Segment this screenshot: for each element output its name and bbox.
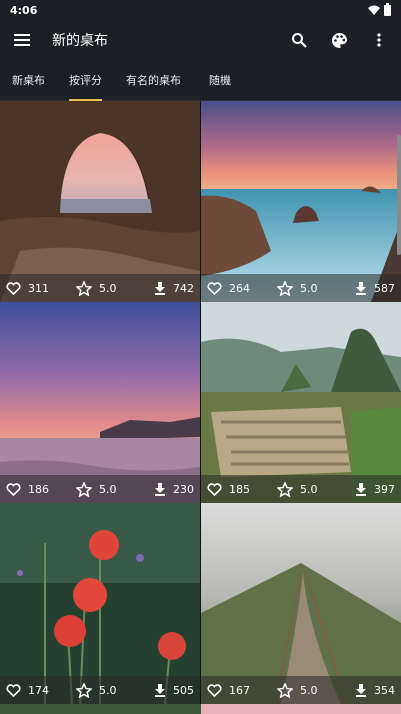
- status-time: 4:06: [10, 3, 38, 17]
- battery-icon: [384, 2, 391, 16]
- scrollbar[interactable]: [397, 135, 401, 255]
- rating-value: 5.0: [99, 281, 117, 295]
- tab-by-rating[interactable]: 按评分: [57, 60, 114, 101]
- wifi-icon: [368, 5, 380, 15]
- tab-popular[interactable]: 有名的桌布: [114, 60, 193, 101]
- star-outline-icon: [277, 481, 293, 497]
- wallpaper-image-sea-cave: [0, 101, 200, 302]
- likes-count: 174: [28, 683, 49, 697]
- downloads-count: 354: [374, 683, 395, 697]
- download-button[interactable]: 505: [154, 683, 194, 697]
- wallpaper-tile[interactable]: 174 5.0 505: [0, 503, 200, 704]
- star-outline-icon: [76, 280, 92, 296]
- downloads-count: 230: [173, 482, 194, 496]
- download-icon: [356, 482, 366, 496]
- rating: 5.0: [277, 280, 343, 296]
- wallpaper-tile[interactable]: 186 5.0 230: [0, 302, 200, 503]
- rating-value: 5.0: [300, 683, 318, 697]
- wallpaper-image-purple-sunset-sea: [0, 302, 200, 503]
- likes[interactable]: 174: [6, 684, 76, 697]
- download-icon: [155, 683, 165, 697]
- wallpaper-tile[interactable]: 167 5.0 354: [201, 503, 401, 704]
- wallpaper-stats: 311 5.0 742: [0, 274, 200, 302]
- download-button[interactable]: 230: [154, 482, 194, 496]
- download-button[interactable]: 397: [355, 482, 395, 496]
- rating: 5.0: [277, 481, 343, 497]
- tab-new[interactable]: 新桌布: [0, 60, 57, 101]
- likes[interactable]: 264: [207, 282, 277, 295]
- rating: 5.0: [76, 280, 142, 296]
- likes[interactable]: 311: [6, 282, 76, 295]
- menu-icon: [14, 34, 30, 46]
- status-bar: 4:06: [0, 0, 401, 20]
- heart-outline-icon: [207, 683, 222, 697]
- menu-button[interactable]: [2, 20, 42, 60]
- downloads-count: 505: [173, 683, 194, 697]
- wallpaper-tile[interactable]: 185 5.0 397: [201, 302, 401, 503]
- downloads-count: 742: [173, 281, 194, 295]
- status-icons: [368, 2, 391, 16]
- download-button[interactable]: 742: [154, 281, 194, 295]
- rating: 5.0: [76, 682, 142, 698]
- palette-icon: [331, 32, 347, 48]
- download-icon: [356, 683, 366, 697]
- page-title: 新的桌布: [52, 33, 108, 49]
- wallpaper-grid: 311 5.0 742 264 5.0 587 186 5.0 230 185 …: [0, 101, 401, 714]
- likes[interactable]: 185: [207, 483, 277, 496]
- downloads-count: 397: [374, 482, 395, 496]
- wallpaper-stats: 186 5.0 230: [0, 475, 200, 503]
- likes[interactable]: 186: [6, 483, 76, 496]
- heart-outline-icon: [6, 482, 21, 496]
- wallpaper-stats: 185 5.0 397: [201, 475, 401, 503]
- download-icon: [155, 281, 165, 295]
- likes[interactable]: 167: [207, 684, 277, 697]
- more-options-button[interactable]: [363, 24, 395, 56]
- wallpaper-tile[interactable]: 311 5.0 742: [0, 101, 200, 302]
- likes-count: 186: [28, 482, 49, 496]
- star-outline-icon: [76, 481, 92, 497]
- rating-value: 5.0: [300, 482, 318, 496]
- wallpaper-image-coastal-cliffs: [201, 101, 401, 302]
- download-button[interactable]: 354: [355, 683, 395, 697]
- category-tabs: 新桌布 按评分 有名的桌布 随機: [0, 60, 401, 101]
- likes-count: 185: [229, 482, 250, 496]
- download-icon: [155, 482, 165, 496]
- rating: 5.0: [76, 481, 142, 497]
- star-outline-icon: [277, 280, 293, 296]
- heart-outline-icon: [6, 281, 21, 295]
- tab-random[interactable]: 随機: [193, 60, 243, 101]
- palette-button[interactable]: [323, 24, 355, 56]
- likes-count: 167: [229, 683, 250, 697]
- heart-outline-icon: [6, 683, 21, 697]
- heart-outline-icon: [207, 281, 222, 295]
- search-button[interactable]: [283, 24, 315, 56]
- next-row-peek: [0, 704, 401, 714]
- likes-count: 311: [28, 281, 49, 295]
- wallpaper-image-red-poppies: [0, 503, 200, 704]
- download-button[interactable]: 587: [355, 281, 395, 295]
- heart-outline-icon: [207, 482, 222, 496]
- downloads-count: 587: [374, 281, 395, 295]
- wallpaper-stats: 167 5.0 354: [201, 676, 401, 704]
- rating-value: 5.0: [300, 281, 318, 295]
- star-outline-icon: [277, 682, 293, 698]
- search-icon: [292, 33, 307, 48]
- wallpaper-image-foggy-path: [201, 503, 401, 704]
- wallpaper-stats: 264 5.0 587: [201, 274, 401, 302]
- download-icon: [356, 281, 366, 295]
- wallpaper-tile[interactable]: 264 5.0 587: [201, 101, 401, 302]
- star-outline-icon: [76, 682, 92, 698]
- rating: 5.0: [277, 682, 343, 698]
- app-bar: 新的桌布: [0, 20, 401, 60]
- wallpaper-image-machu-picchu: [201, 302, 401, 503]
- rating-value: 5.0: [99, 683, 117, 697]
- rating-value: 5.0: [99, 482, 117, 496]
- more-vert-icon: [377, 33, 381, 47]
- wallpaper-stats: 174 5.0 505: [0, 676, 200, 704]
- likes-count: 264: [229, 281, 250, 295]
